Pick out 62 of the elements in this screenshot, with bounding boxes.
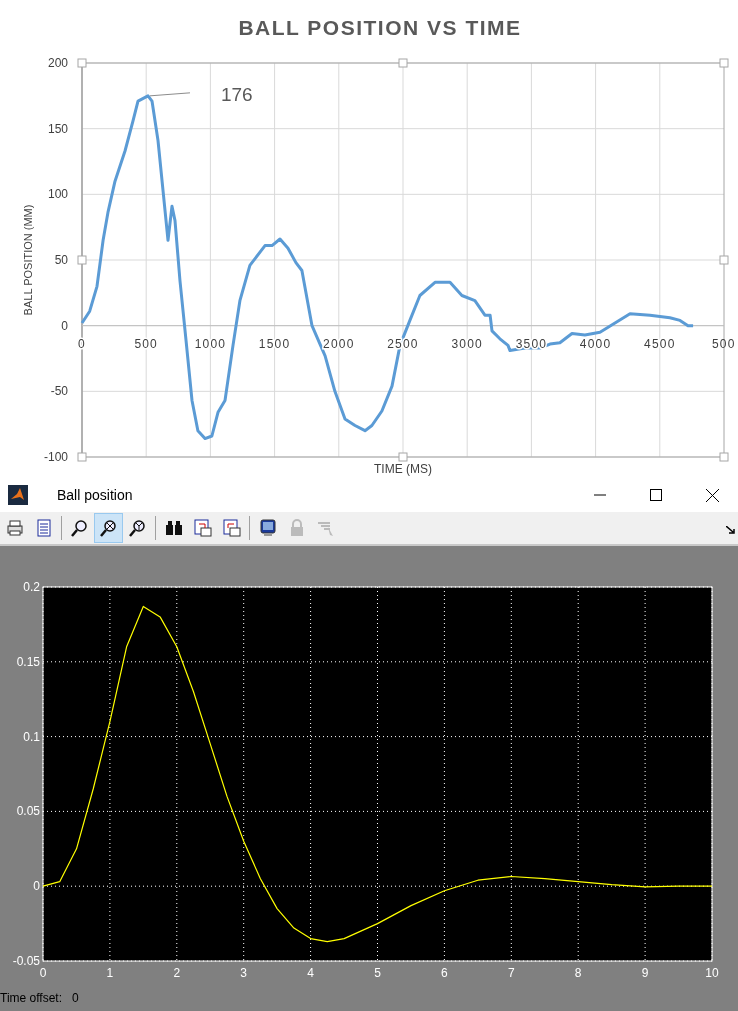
magnifier-icon[interactable] — [69, 518, 90, 538]
y-tick-label: 0.1 — [23, 729, 40, 744]
y-tick-label: 150 — [47, 121, 68, 136]
x-axis-title: TIME (MS) — [374, 462, 432, 476]
data-label: 176 — [221, 83, 253, 105]
y-axis-title: BALL POSITION (MM) — [22, 204, 34, 316]
y-tick-label: 0.2 — [23, 580, 40, 594]
y-tick-label: 50 — [54, 253, 68, 267]
selection-handle[interactable] — [719, 58, 729, 68]
y-tick-label: 200 — [47, 56, 68, 70]
x-tick-label: 0 — [78, 337, 86, 351]
x-tick-label: 2000 — [323, 337, 355, 351]
y-tick-label: 100 — [47, 187, 68, 202]
x-tick-label: 9 — [641, 966, 649, 980]
x-tick-label: 4500 — [644, 337, 676, 351]
selection-handle[interactable] — [77, 452, 87, 462]
magnifier-cross-icon[interactable] — [98, 518, 119, 538]
selection-handle[interactable] — [719, 255, 729, 265]
selection-handle[interactable] — [719, 452, 729, 462]
x-tick-label: 4000 — [579, 337, 612, 351]
app-logo-icon — [8, 485, 28, 505]
selection-handle[interactable] — [77, 255, 87, 265]
y-tick-label: 0.15 — [16, 654, 40, 669]
x-tick-label: 0 — [39, 966, 47, 980]
y-tick-label: 0 — [61, 318, 68, 333]
x-tick-label: 2 — [173, 966, 181, 980]
magnifier-fork-icon[interactable] — [127, 518, 148, 538]
corner-arrow-icon[interactable] — [726, 526, 735, 534]
selection-handle[interactable] — [398, 58, 408, 68]
time-offset-value: 0 — [72, 992, 79, 1004]
close-icon[interactable] — [706, 488, 719, 502]
y-tick-label: 0.05 — [16, 804, 40, 819]
x-tick-label: 5 — [374, 966, 381, 980]
y-tick-label: -50 — [50, 384, 68, 399]
x-tick-label: 8 — [574, 966, 582, 980]
window-arrow-icon[interactable] — [192, 518, 213, 538]
y-tick-label: -100 — [43, 450, 68, 464]
x-tick-label: 7 — [507, 966, 515, 980]
x-tick-label: 3000 — [451, 337, 483, 351]
maximize-icon[interactable] — [650, 489, 662, 501]
printer-icon[interactable] — [4, 518, 25, 538]
chart-title: BALL POSITION VS TIME — [238, 16, 522, 39]
x-tick-label: 10 — [705, 966, 719, 980]
monitor-icon[interactable] — [257, 518, 278, 538]
x-tick-label: 500 — [134, 337, 158, 351]
y-tick-label: -0.05 — [12, 954, 40, 968]
selection-handle[interactable] — [77, 58, 87, 68]
x-tick-label: 6 — [441, 966, 448, 980]
x-tick-label: 4 — [307, 966, 314, 980]
window-title: Ball position — [57, 485, 133, 505]
x-tick-label: 1 — [106, 966, 114, 980]
toolbar-button[interactable] — [94, 513, 123, 543]
x-tick-label: 500 — [712, 337, 736, 351]
selection-handle[interactable] — [398, 452, 408, 462]
window-arrow-icon[interactable] — [221, 518, 242, 538]
binoculars-icon[interactable] — [163, 518, 184, 538]
y-tick-label: 0 — [33, 879, 40, 894]
x-tick-label: 3 — [240, 966, 248, 980]
leader-line — [149, 92, 191, 97]
x-tick-label: 1000 — [194, 337, 227, 351]
time-offset-label: Time offset: — [0, 992, 63, 1004]
x-tick-label: 1500 — [258, 337, 291, 351]
